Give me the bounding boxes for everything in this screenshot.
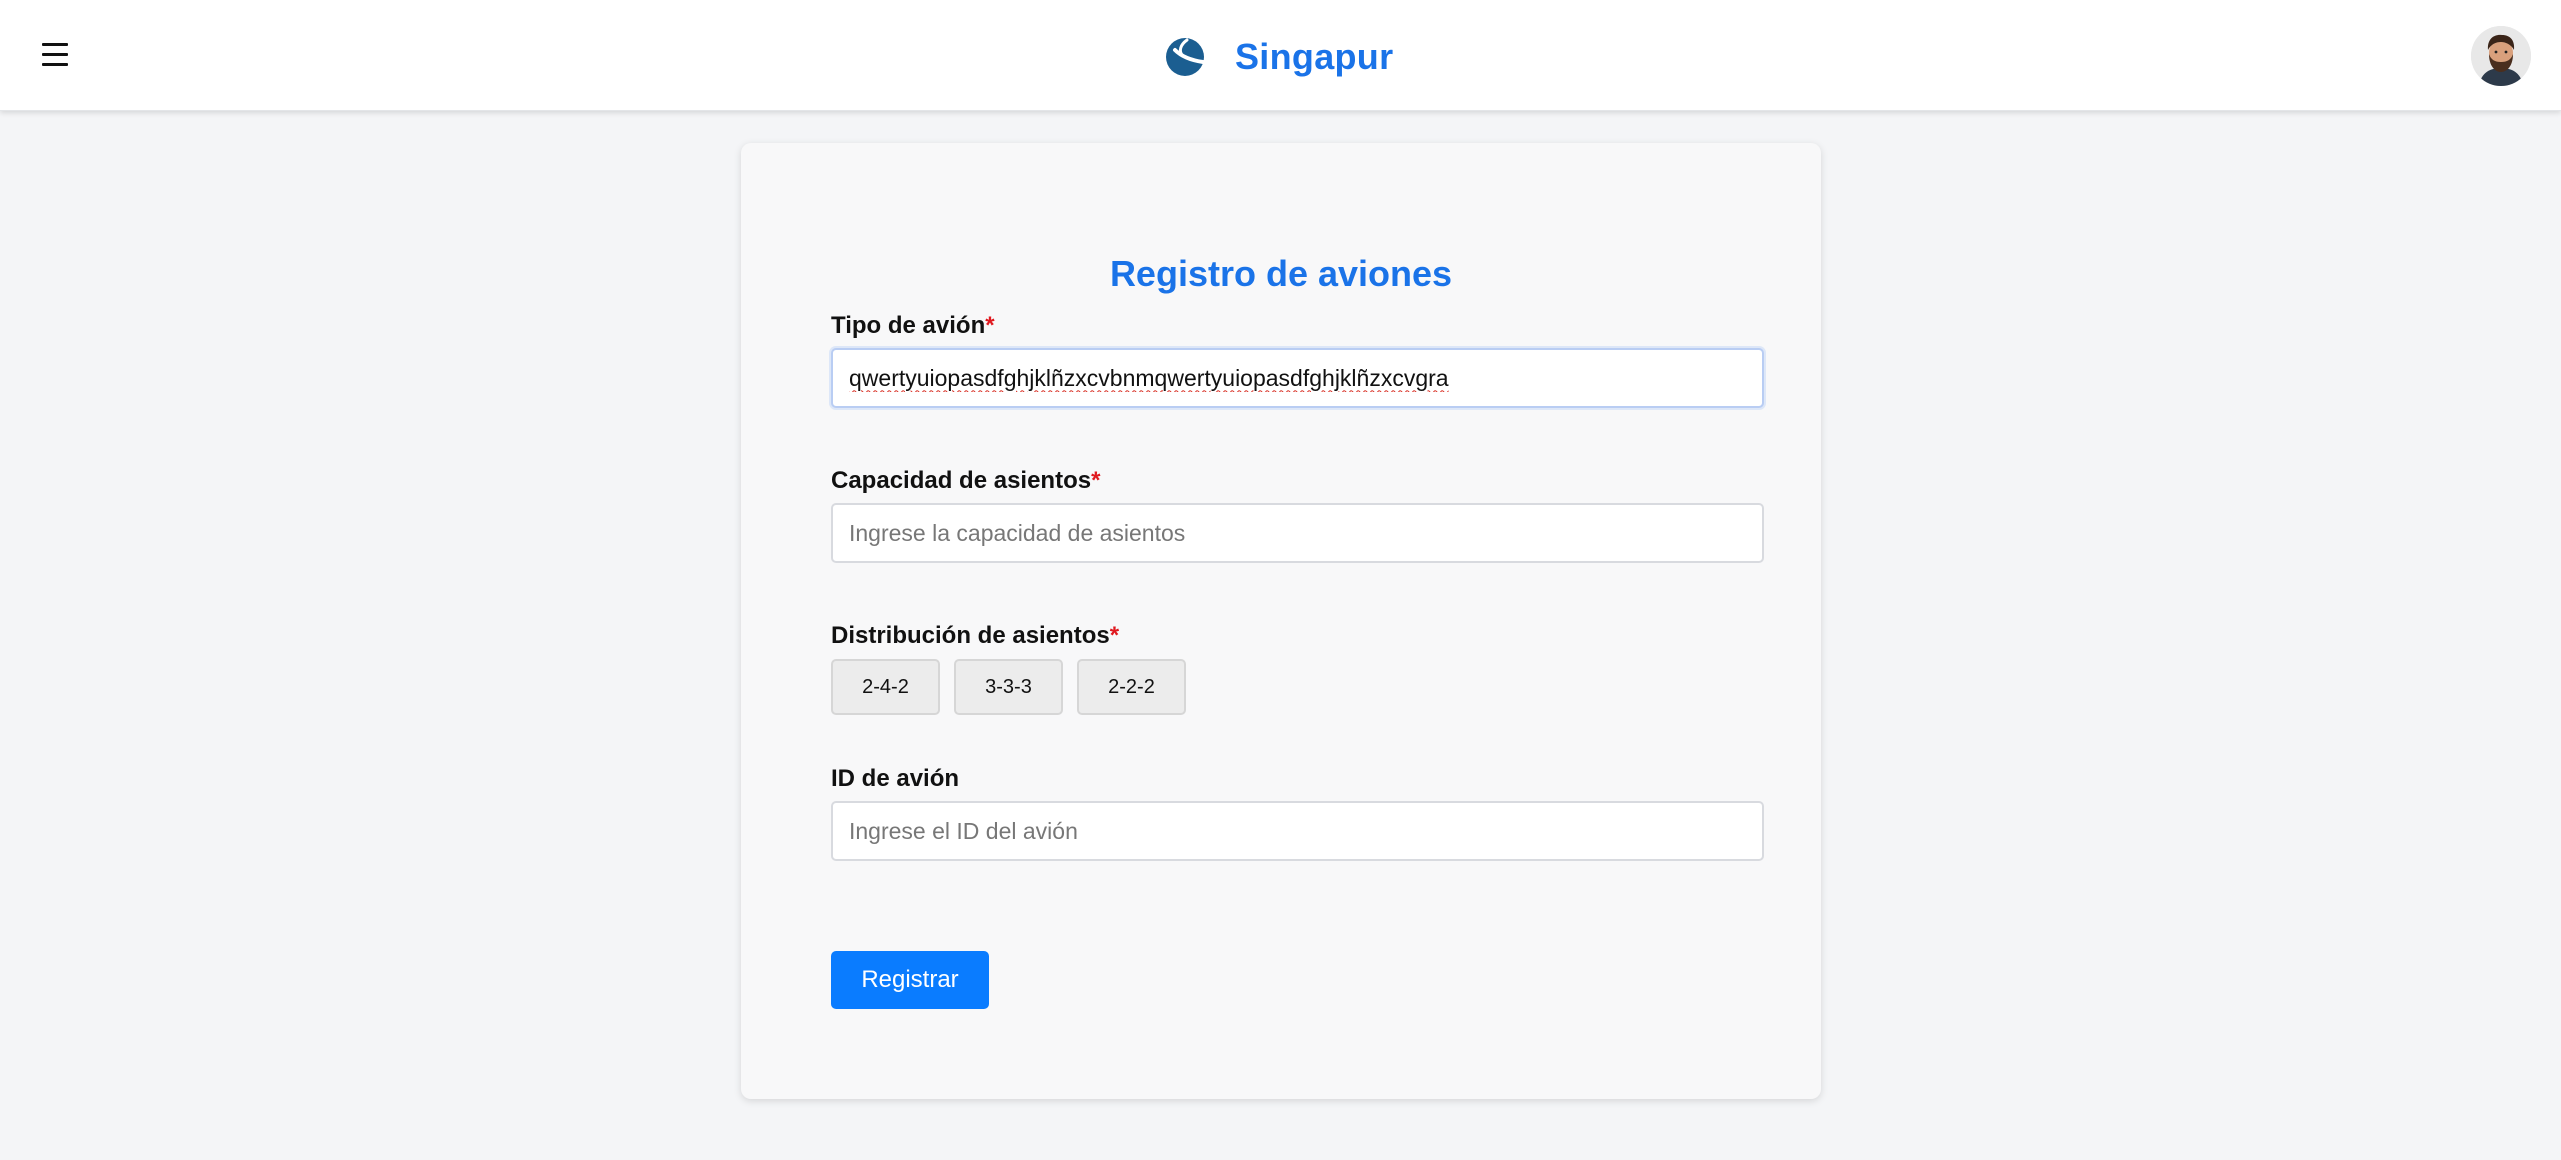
hamburger-menu-icon[interactable] — [38, 40, 72, 70]
seat-layout-2-2-2-button[interactable]: 2-2-2 — [1077, 659, 1186, 715]
form-title: Registro de aviones — [1109, 253, 1453, 294]
aircraft-type-input[interactable] — [831, 348, 1764, 408]
seat-layout-3-3-3-button[interactable]: 3-3-3 — [954, 659, 1063, 715]
aircraft-id-input[interactable] — [831, 801, 1764, 861]
aircraft-registration-card: Registro de aviones Tipo de avión* Capac… — [741, 143, 1821, 1099]
brand[interactable]: Singapur — [1165, 34, 1393, 80]
aircraft-id-label: ID de avión — [831, 765, 960, 792]
avatar-icon — [2471, 26, 2531, 86]
user-avatar[interactable] — [2471, 26, 2531, 86]
required-marker: * — [985, 312, 995, 339]
required-marker: * — [1109, 622, 1120, 649]
seat-capacity-label: Capacidad de asientos* — [831, 467, 1101, 494]
seat-distribution-label: Distribución de asientos* — [831, 622, 1120, 649]
seat-layout-2-4-2-button[interactable]: 2-4-2 — [831, 659, 940, 715]
aircraft-type-label: Tipo de avión* — [831, 312, 995, 339]
register-button[interactable]: Registrar — [831, 951, 989, 1009]
airline-logo-icon — [1166, 38, 1205, 76]
seat-capacity-input[interactable] — [831, 503, 1764, 563]
top-navbar: Singapur — [0, 0, 2561, 111]
brand-name: Singapur — [1235, 36, 1394, 77]
required-marker: * — [1091, 467, 1101, 494]
